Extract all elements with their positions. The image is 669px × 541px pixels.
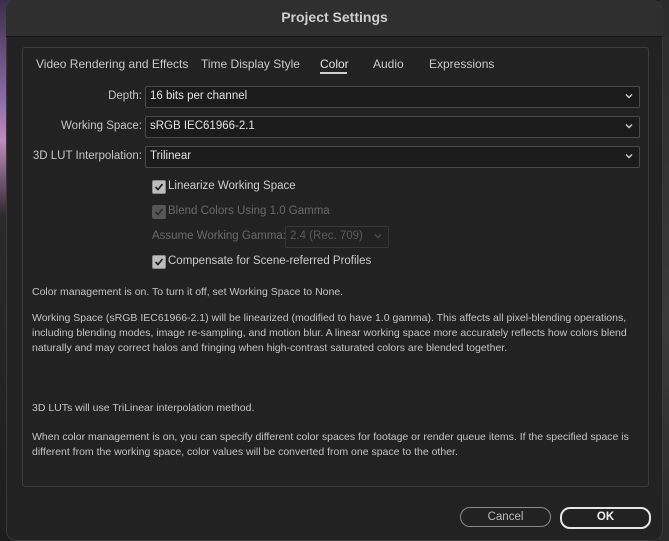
dialog-title: Project Settings: [281, 9, 388, 25]
chevron-down-icon: [625, 154, 633, 159]
assume-gamma-select[interactable]: 2.4 (Rec. 709): [285, 226, 389, 248]
checkmark-icon: [154, 183, 164, 191]
tab-expressions[interactable]: Expressions: [429, 57, 494, 71]
assume-gamma-value: 2.4 (Rec. 709): [290, 230, 363, 242]
working-space-label: Working Space:: [61, 120, 142, 132]
title-bar[interactable]: Project Settings: [6, 0, 663, 37]
tab-audio[interactable]: Audio: [373, 57, 404, 71]
color-space-description: When color management is on, you can spe…: [32, 431, 629, 458]
lut-interpolation-value: Trilinear: [150, 150, 192, 162]
working-space-value: sRGB IEC61966-2.1: [150, 120, 255, 132]
cancel-button[interactable]: Cancel: [460, 507, 551, 527]
tab-time-display-style[interactable]: Time Display Style: [201, 57, 300, 71]
tab-bar: Video Rendering and Effects Time Display…: [23, 48, 648, 78]
working-space-select[interactable]: sRGB IEC61966-2.1: [145, 116, 640, 138]
lut-interpolation-label: 3D LUT Interpolation:: [32, 150, 142, 162]
settings-panel: Video Rendering and Effects Time Display…: [22, 47, 649, 487]
chevron-down-icon: [374, 234, 382, 239]
checkmark-icon: [154, 258, 164, 266]
tab-video-rendering[interactable]: Video Rendering and Effects: [36, 57, 188, 71]
depth-label: Depth:: [108, 90, 142, 102]
linearize-description: Working Space (sRGB IEC61966-2.1) will b…: [32, 312, 627, 354]
tab-color[interactable]: Color: [320, 57, 349, 71]
assume-gamma-label: Assume Working Gamma:: [152, 230, 286, 242]
chevron-down-icon: [625, 94, 633, 99]
checkmark-icon: [154, 208, 164, 216]
compensate-label[interactable]: Compensate for Scene-referred Profiles: [168, 255, 371, 267]
depth-value: 16 bits per channel: [150, 90, 248, 102]
color-management-status: Color management is on. To turn it off, …: [32, 286, 344, 298]
linearize-label[interactable]: Linearize Working Space: [168, 180, 296, 192]
chevron-down-icon: [625, 124, 633, 129]
compensate-checkbox[interactable]: [152, 255, 166, 269]
blend-gamma-label[interactable]: Blend Colors Using 1.0 Gamma: [168, 205, 330, 217]
active-tab-indicator: [320, 72, 347, 74]
lut-description: 3D LUTs will use TriLinear interpolation…: [32, 402, 255, 414]
project-settings-dialog: Project Settings Video Rendering and Eff…: [6, 0, 663, 541]
blend-gamma-checkbox[interactable]: [152, 205, 166, 219]
ok-button[interactable]: OK: [560, 507, 651, 529]
lut-interpolation-select[interactable]: Trilinear: [145, 146, 640, 168]
depth-select[interactable]: 16 bits per channel: [145, 86, 640, 108]
linearize-checkbox[interactable]: [152, 180, 166, 194]
